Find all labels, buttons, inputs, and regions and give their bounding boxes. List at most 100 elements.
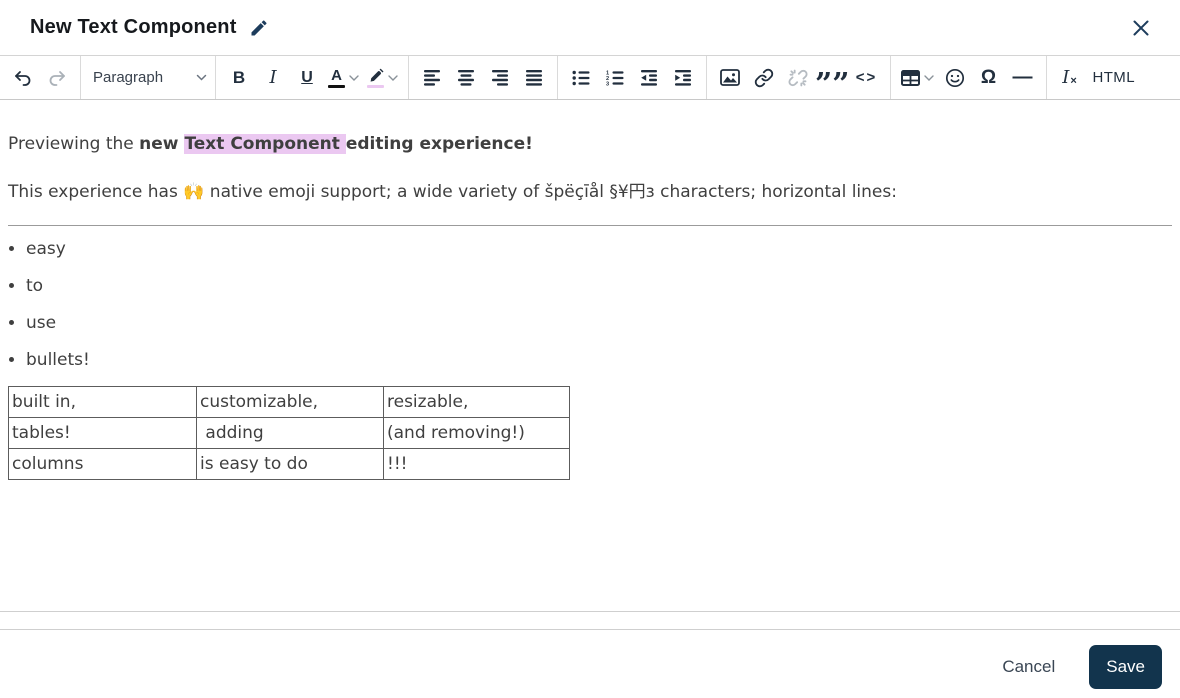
modal-footer: Cancel Save xyxy=(0,629,1180,698)
align-right-button[interactable] xyxy=(483,61,517,95)
table-cell: adding xyxy=(196,417,384,449)
list-item: to xyxy=(26,274,1172,299)
bold-icon: B xyxy=(232,67,246,87)
pencil-icon xyxy=(249,18,269,38)
toolbar-group-history xyxy=(0,56,80,99)
numbered-list-button[interactable]: 123 xyxy=(598,61,632,95)
list-item: bullets! xyxy=(26,348,1172,373)
align-left-button[interactable] xyxy=(415,61,449,95)
list-item: use xyxy=(26,311,1172,336)
code-button[interactable]: <> xyxy=(850,61,884,95)
toolbar-group-align xyxy=(409,56,557,99)
horizontal-rule-button[interactable]: — xyxy=(1006,61,1040,95)
numbered-list-icon: 123 xyxy=(606,70,624,86)
table-cell: tables! xyxy=(8,417,197,449)
underline-button[interactable]: U xyxy=(290,61,324,95)
content-horizontal-rule xyxy=(8,225,1172,226)
insert-table-button[interactable] xyxy=(897,61,938,95)
chevron-down-icon xyxy=(196,74,207,81)
redo-icon xyxy=(47,69,67,87)
table-cell: resizable, xyxy=(383,386,570,418)
outdent-button[interactable] xyxy=(632,61,666,95)
text-color-button[interactable]: A xyxy=(324,61,363,95)
redo-button[interactable] xyxy=(40,61,74,95)
emoji-button[interactable] xyxy=(938,61,972,95)
align-right-icon xyxy=(491,69,509,86)
italic-icon: I xyxy=(269,67,277,88)
table-row: columns is easy to do !!! xyxy=(8,448,570,480)
edit-title-button[interactable] xyxy=(249,18,269,38)
table-row: built in, customizable, resizable, xyxy=(8,386,570,418)
highlighter-icon xyxy=(367,68,384,88)
editor-content-area[interactable]: Previewing the new Text Component editin… xyxy=(0,100,1180,612)
clear-formatting-button[interactable]: I × xyxy=(1053,61,1087,95)
paragraph-features: This experience has 🙌 native emoji suppo… xyxy=(8,182,897,202)
indent-icon xyxy=(674,69,692,86)
footer-gap xyxy=(0,612,1180,629)
align-justify-button[interactable] xyxy=(517,61,551,95)
bullet-list-icon xyxy=(572,70,590,86)
align-justify-icon xyxy=(525,69,543,86)
code-icon: <> xyxy=(855,69,878,86)
underline-icon: U xyxy=(301,68,313,86)
outdent-icon xyxy=(640,69,658,86)
toolbar-group-format: B I U A xyxy=(216,56,408,99)
align-left-icon xyxy=(423,69,441,86)
table-cell: is easy to do xyxy=(196,448,384,480)
italic-button[interactable]: I xyxy=(256,61,290,95)
horizontal-rule-icon: — xyxy=(1012,66,1033,88)
special-character-button[interactable]: Ω xyxy=(972,61,1006,95)
text-color-icon: A xyxy=(328,68,345,88)
paragraph-style-label: Paragraph xyxy=(93,69,164,86)
html-view-label: HTML xyxy=(1092,69,1135,86)
blockquote-button[interactable]: ”” xyxy=(815,61,850,102)
align-center-icon xyxy=(457,69,475,86)
table-cell: built in, xyxy=(8,386,197,418)
chevron-down-icon xyxy=(388,74,398,81)
table-cell: customizable, xyxy=(196,386,384,418)
editor-toolbar: Paragraph B I U A 1 2 3 ”” <> Ω — I × HT… xyxy=(0,56,1180,100)
undo-button[interactable] xyxy=(6,61,40,95)
omega-icon: Ω xyxy=(980,66,997,88)
toolbar-group-misc: I × HTML xyxy=(1047,56,1147,99)
remove-link-button[interactable] xyxy=(781,61,815,95)
insert-image-button[interactable] xyxy=(713,61,747,95)
highlighted-text: Text Component xyxy=(184,134,346,154)
toolbar-group-style: Paragraph xyxy=(81,56,215,99)
svg-text:3: 3 xyxy=(606,81,609,85)
table-cell: columns xyxy=(8,448,197,480)
indent-button[interactable] xyxy=(666,61,700,95)
cancel-button[interactable]: Cancel xyxy=(1002,657,1055,677)
table-cell: !!! xyxy=(383,448,570,480)
modal-header: New Text Component xyxy=(0,0,1180,56)
page-title: New Text Component xyxy=(30,16,237,38)
close-icon xyxy=(1132,19,1150,37)
close-button[interactable] xyxy=(1128,15,1154,41)
bullet-list: easy to use bullets! xyxy=(8,237,1172,373)
table-cell: (and removing!) xyxy=(383,417,570,449)
table-icon xyxy=(900,69,920,86)
highlight-color-button[interactable] xyxy=(363,61,402,95)
text-component-modal: New Text Component Paragraph B I U A 1 2… xyxy=(0,0,1180,698)
unlink-icon xyxy=(788,68,808,88)
emoji-smiley-icon xyxy=(945,68,965,88)
paragraph-intro: Previewing the new Text Component editin… xyxy=(8,134,533,154)
insert-link-button[interactable] xyxy=(747,61,781,95)
paragraph-style-dropdown[interactable]: Paragraph xyxy=(87,61,209,95)
table-row: tables! adding (and removing!) xyxy=(8,417,570,449)
list-item: easy xyxy=(26,237,1172,262)
clear-formatting-icon: I × xyxy=(1062,67,1077,88)
bullet-list-button[interactable] xyxy=(564,61,598,95)
content-table: built in, customizable, resizable, table… xyxy=(8,386,570,480)
undo-icon xyxy=(13,69,33,87)
align-center-button[interactable] xyxy=(449,61,483,95)
link-icon xyxy=(754,68,774,88)
toolbar-group-lists: 123 xyxy=(558,56,706,99)
chevron-down-icon xyxy=(923,74,934,81)
save-button[interactable]: Save xyxy=(1089,645,1162,689)
toolbar-group-objects: Ω — xyxy=(891,56,1046,99)
bold-button[interactable]: B xyxy=(222,61,256,95)
chevron-down-icon xyxy=(349,74,359,81)
blockquote-icon: ”” xyxy=(815,66,850,102)
html-view-button[interactable]: HTML xyxy=(1087,61,1141,95)
